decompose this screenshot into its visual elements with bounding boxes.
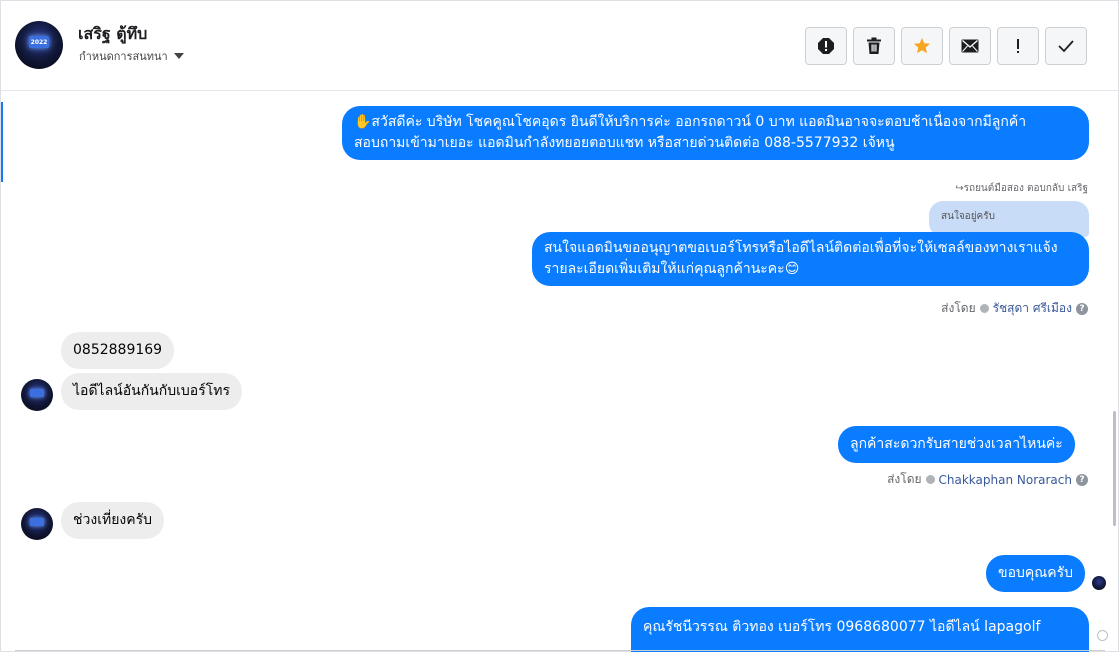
avatar-screen — [30, 389, 44, 397]
thread-scrollbar[interactable] — [1113, 411, 1116, 526]
sent-by-prefix: ส่งโดย — [887, 472, 922, 486]
exclamation-icon — [1017, 39, 1019, 53]
outgoing-message-bubble[interactable]: คุณรัชนีวรรณ ติวทอง เบอร์โทร 0968680077 … — [631, 607, 1089, 652]
outgoing-message-bubble[interactable]: ลูกค้าสะดวกรับสายช่วงเวลาไหนค่ะ — [838, 426, 1075, 463]
message-thread[interactable]: ✋สวัสดีค่ะ บริษัท โชคคูณโชคอุดร ยินดีให้… — [1, 92, 1118, 652]
report-button[interactable] — [805, 27, 847, 65]
delete-button[interactable] — [853, 27, 895, 65]
delivered-check-icon — [1097, 630, 1108, 641]
help-icon[interactable]: ? — [1076, 473, 1088, 486]
sent-by-line: ส่งโดย Chakkaphan Norarach ? — [887, 470, 1088, 489]
incoming-message-bubble[interactable]: 0852889169 — [61, 332, 175, 369]
trash-icon — [867, 37, 881, 54]
outgoing-message-bubble[interactable]: สนใจแอดมินขออนุญาตขอเบอร์โทรหรือไอดีไลน์… — [532, 232, 1089, 286]
incoming-message-bubble[interactable]: ช่วงเที่ยงครับ — [61, 502, 165, 539]
avatar-screen — [30, 518, 44, 526]
outgoing-message-bubble[interactable]: ขอบคุณครับ — [986, 555, 1085, 592]
star-icon — [914, 38, 930, 54]
avatar-label: 2022 — [30, 39, 48, 46]
mark-unread-button[interactable] — [949, 27, 991, 65]
report-icon — [818, 38, 834, 54]
verified-dot-icon — [925, 475, 935, 484]
sent-by-line: ส่งโดย รัชสุดา ศรีเมือง ? — [941, 299, 1088, 318]
agent-name[interactable]: รัชสุดา ศรีเมือง — [993, 299, 1072, 318]
star-button[interactable] — [901, 27, 943, 65]
incoming-message-bubble[interactable]: ไอดีไลน์อันกันกับเบอร์โทร — [61, 373, 242, 410]
sender-avatar[interactable] — [21, 508, 53, 540]
outgoing-message-bubble[interactable]: ✋สวัสดีค่ะ บริษัท โชคคูณโชคอุดร ยินดีให้… — [342, 106, 1089, 160]
seen-avatar-icon — [1092, 576, 1106, 590]
conversation-settings-dropdown[interactable]: กำหนดการสนทนา — [79, 47, 184, 65]
composer-border — [15, 650, 1105, 651]
caret-down-icon — [173, 53, 184, 59]
mark-done-button[interactable] — [1045, 27, 1087, 65]
verified-dot-icon — [979, 304, 989, 313]
sender-avatar[interactable] — [21, 379, 53, 411]
mail-icon — [961, 39, 979, 53]
agent-name[interactable]: Chakkaphan Norarach — [939, 473, 1072, 487]
conversation-header: 2022 เสริฐ ตู้ทึบ กำหนดการสนทนา — [1, 1, 1118, 91]
action-toolbar — [805, 27, 1087, 65]
messenger-window: 2022 เสริฐ ตู้ทึบ กำหนดการสนทนา ✋สวัสดีค… — [0, 0, 1119, 652]
important-button[interactable] — [997, 27, 1039, 65]
check-icon — [1058, 40, 1074, 53]
conversation-settings-label: กำหนดการสนทนา — [79, 50, 168, 63]
contact-name[interactable]: เสริฐ ตู้ทึบ — [78, 22, 147, 47]
help-icon[interactable]: ? — [1076, 302, 1088, 315]
reply-reference[interactable]: ↪รถยนต์มือสอง ตอบกลับ เสริฐ — [955, 181, 1088, 196]
sent-by-prefix: ส่งโดย — [941, 301, 976, 315]
contact-avatar[interactable]: 2022 — [15, 21, 63, 69]
